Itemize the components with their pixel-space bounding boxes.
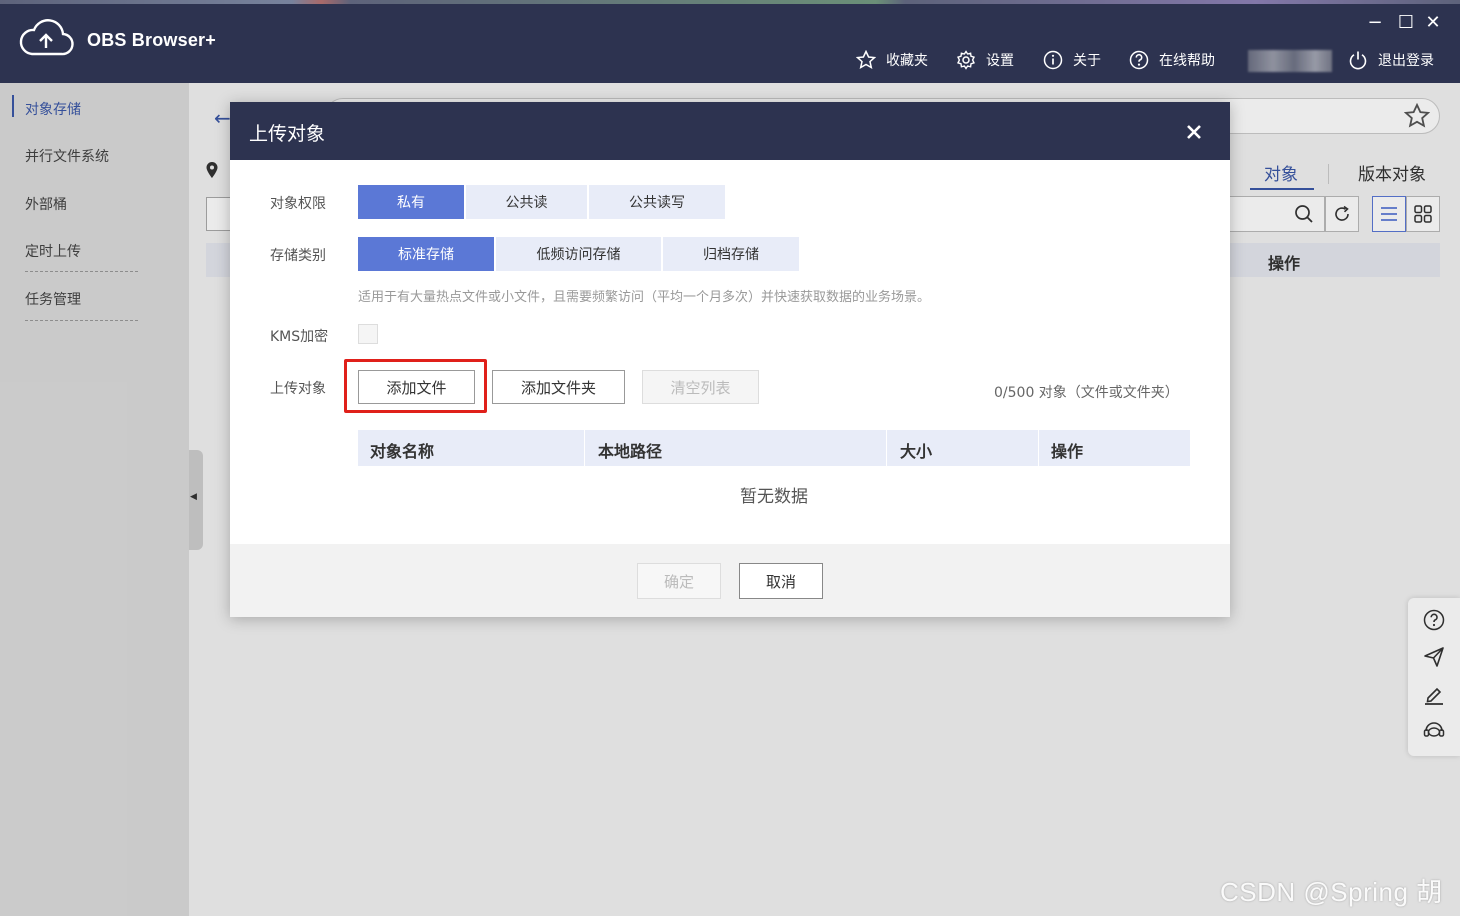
watermark: CSDN @Spring 胡 xyxy=(1220,877,1443,907)
permission-label: 对象权限 xyxy=(270,196,326,212)
info-icon xyxy=(1043,50,1063,70)
divider xyxy=(584,430,585,466)
upload-label: 上传对象 xyxy=(270,381,326,397)
app-title: OBS Browser+ xyxy=(87,30,216,50)
maximize-button[interactable]: ☐ xyxy=(1395,12,1417,33)
add-file-button[interactable]: 添加文件 xyxy=(358,370,475,404)
cloud-upload-logo-icon xyxy=(19,19,74,56)
storage-archive-option[interactable]: 归档存储 xyxy=(663,237,799,271)
dialog-header: 上传对象 xyxy=(230,102,1230,160)
nav-label: 在线帮助 xyxy=(1159,53,1215,69)
divider xyxy=(1038,430,1039,466)
minimize-button[interactable]: − xyxy=(1364,12,1386,33)
column-header-local-path: 本地路径 xyxy=(598,442,663,461)
nav-about[interactable]: 关于 xyxy=(1043,48,1101,72)
dialog-footer: 确定 取消 xyxy=(230,544,1230,617)
nav-label: 关于 xyxy=(1073,53,1101,69)
add-folder-button[interactable]: 添加文件夹 xyxy=(492,370,625,404)
close-window-button[interactable]: ✕ xyxy=(1422,12,1444,33)
nav-logout[interactable]: 退出登录 xyxy=(1348,48,1434,72)
object-count: 0/500 对象（文件或文件夹） xyxy=(994,385,1179,401)
permission-public-read-write-option[interactable]: 公共读写 xyxy=(589,185,725,219)
star-icon xyxy=(856,50,876,69)
storage-class-hint: 适用于有大量热点文件或小文件，且需要频繁访问（平均一个月多次）并快速获取数据的业… xyxy=(358,290,931,305)
divider xyxy=(886,430,887,466)
gear-icon xyxy=(957,50,975,70)
column-header-actions: 操作 xyxy=(1051,442,1084,461)
help-icon xyxy=(1129,50,1149,70)
kms-label: KMS加密 xyxy=(270,329,329,345)
permission-private-option[interactable]: 私有 xyxy=(358,185,464,219)
cancel-button[interactable]: 取消 xyxy=(739,563,823,599)
column-header-object-name: 对象名称 xyxy=(370,442,435,461)
confirm-button[interactable]: 确定 xyxy=(637,563,721,599)
storage-standard-option[interactable]: 标准存储 xyxy=(358,237,494,271)
dialog-title: 上传对象 xyxy=(249,123,326,145)
column-header-size: 大小 xyxy=(900,442,933,461)
user-name-blurred[interactable] xyxy=(1248,50,1332,72)
nav-favorites[interactable]: 收藏夹 xyxy=(856,48,928,72)
storage-infrequent-option[interactable]: 低频访问存储 xyxy=(496,237,661,271)
permission-public-read-option[interactable]: 公共读 xyxy=(466,185,587,219)
kms-checkbox[interactable] xyxy=(358,324,378,344)
upload-table-header: 对象名称 本地路径 大小 操作 xyxy=(358,430,1190,466)
nav-label: 设置 xyxy=(986,53,1014,69)
nav-help[interactable]: 在线帮助 xyxy=(1129,48,1215,72)
close-icon[interactable] xyxy=(1182,120,1206,144)
nav-settings[interactable]: 设置 xyxy=(956,48,1014,72)
power-icon xyxy=(1349,51,1367,70)
empty-state-text: 暂无数据 xyxy=(740,487,808,507)
storage-class-label: 存储类别 xyxy=(270,248,326,264)
upload-object-dialog: 上传对象 对象权限 私有 公共读 公共读写 存储类别 标准存储 低频访问存储 归… xyxy=(230,102,1230,617)
nav-label: 收藏夹 xyxy=(886,53,928,69)
clear-list-button[interactable]: 清空列表 xyxy=(642,370,759,404)
nav-label: 退出登录 xyxy=(1378,53,1434,69)
app-header: OBS Browser+ − ☐ ✕ 收藏夹 设置 关于 在线帮助 退出登录 xyxy=(0,4,1460,83)
